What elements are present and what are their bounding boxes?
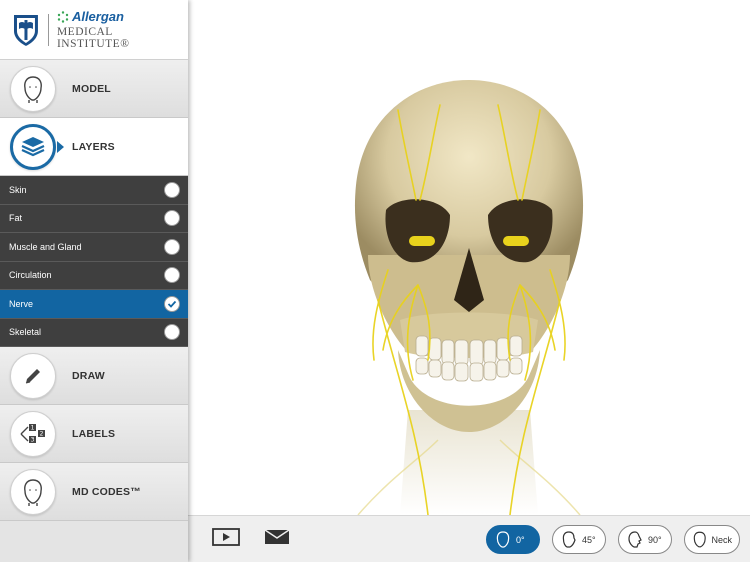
layers-icon bbox=[10, 123, 56, 170]
nav-model-label: MODEL bbox=[72, 82, 111, 95]
svg-text:1: 1 bbox=[31, 424, 35, 431]
mail-icon bbox=[264, 529, 290, 544]
layer-label: Circulation bbox=[9, 270, 52, 281]
layer-toggle[interactable] bbox=[164, 210, 180, 227]
layer-row-fat[interactable]: Fat bbox=[0, 205, 188, 233]
brand: Allergan MEDICAL INSTITUTE® bbox=[57, 9, 188, 50]
play-icon bbox=[212, 528, 240, 546]
nav-layers-label: LAYERS bbox=[72, 140, 115, 153]
nav-model[interactable]: MODEL bbox=[0, 60, 188, 118]
layer-row-circulation[interactable]: Circulation bbox=[0, 262, 188, 290]
view-90-label: 90° bbox=[648, 534, 662, 545]
head-front-icon bbox=[496, 530, 510, 548]
brand-subtitle: MEDICAL INSTITUTE® bbox=[56, 26, 130, 50]
view-0-button[interactable]: 0° bbox=[486, 525, 540, 554]
checkmark-icon[interactable] bbox=[164, 295, 180, 312]
skull-nerve-model[interactable] bbox=[188, 0, 750, 515]
svg-text:2: 2 bbox=[40, 430, 44, 437]
layer-toggle[interactable] bbox=[164, 267, 180, 284]
active-pointer bbox=[57, 141, 64, 153]
layers-list: Skin Fat Muscle and Gland Circulation Ne… bbox=[0, 176, 188, 347]
model-viewer[interactable] bbox=[188, 0, 750, 515]
logo: Allergan MEDICAL INSTITUTE® bbox=[0, 0, 188, 60]
layer-toggle[interactable] bbox=[164, 181, 180, 198]
layer-toggle[interactable] bbox=[164, 324, 180, 341]
play-button[interactable] bbox=[212, 525, 240, 552]
nav-md-codes-label: MD CODES™ bbox=[72, 485, 141, 498]
nav-draw[interactable]: DRAW bbox=[0, 347, 188, 405]
labels-icon: 1 2 3 bbox=[10, 410, 56, 457]
mail-button[interactable] bbox=[264, 525, 290, 552]
allergan-dots-icon bbox=[57, 10, 69, 23]
pencil-icon bbox=[10, 352, 56, 399]
layer-toggle[interactable] bbox=[164, 238, 180, 255]
view-45-label: 45° bbox=[582, 534, 596, 545]
svg-text:3: 3 bbox=[31, 436, 35, 443]
nav-labels[interactable]: 1 2 3 LABELS bbox=[0, 405, 188, 463]
head-icon bbox=[10, 65, 56, 112]
shield-logo-icon bbox=[13, 14, 38, 46]
logo-divider bbox=[47, 13, 49, 46]
layer-label: Nerve bbox=[9, 298, 34, 309]
brand-name-text: Allergan bbox=[71, 9, 124, 24]
head-45-icon bbox=[562, 530, 576, 548]
head-back-icon bbox=[693, 531, 706, 547]
nav-labels-label: LABELS bbox=[72, 427, 116, 440]
brand-name: Allergan bbox=[57, 9, 188, 24]
head-icon bbox=[10, 468, 56, 515]
layer-row-muscle-gland[interactable]: Muscle and Gland bbox=[0, 233, 188, 262]
nav-layers[interactable]: LAYERS bbox=[0, 118, 188, 176]
nav-md-codes[interactable]: MD CODES™ bbox=[0, 463, 188, 521]
layer-label: Fat bbox=[9, 213, 23, 224]
layer-row-skin[interactable]: Skin bbox=[0, 176, 188, 205]
layer-row-nerve[interactable]: Nerve bbox=[0, 290, 188, 319]
view-neck-label: Neck bbox=[711, 534, 732, 545]
view-90-button[interactable]: 90° bbox=[618, 525, 672, 554]
layer-label: Skeletal bbox=[9, 327, 42, 338]
bottom-toolbar: 0° 45° 90° Neck bbox=[188, 515, 750, 562]
view-neck-button[interactable]: Neck bbox=[684, 525, 740, 554]
view-45-button[interactable]: 45° bbox=[552, 525, 606, 554]
sidebar: Allergan MEDICAL INSTITUTE® MODEL LAYERS… bbox=[0, 0, 188, 562]
layer-label: Muscle and Gland bbox=[9, 241, 82, 252]
layer-label: Skin bbox=[9, 184, 27, 195]
view-0-label: 0° bbox=[516, 534, 525, 545]
nav-draw-label: DRAW bbox=[72, 369, 105, 382]
head-profile-icon bbox=[628, 530, 642, 548]
layer-row-skeletal[interactable]: Skeletal bbox=[0, 319, 188, 347]
